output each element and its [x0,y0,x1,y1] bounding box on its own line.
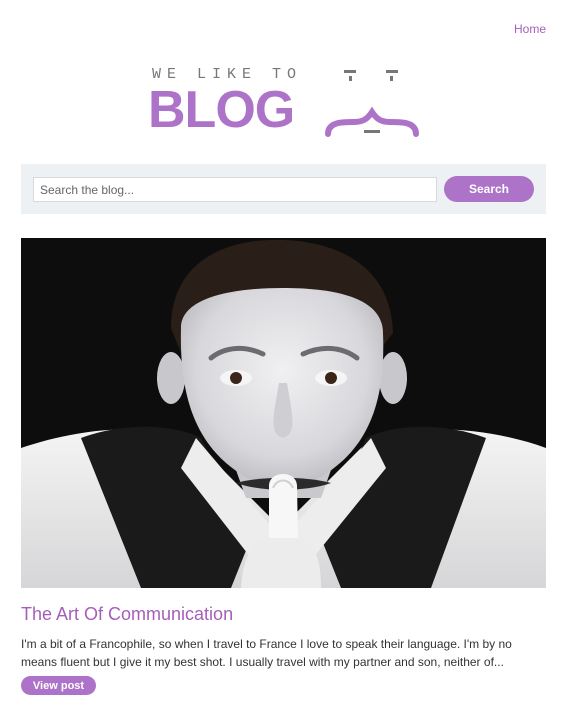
post-image[interactable] [21,238,546,588]
face-icon [325,70,419,137]
post-excerpt: I'm a bit of a Francophile, so when I tr… [21,637,512,669]
view-post-button[interactable]: View post [21,676,96,695]
site-logo[interactable]: WE LIKE TO BLOG [148,62,420,142]
logo-wordmark: BLOG [148,81,295,139]
nav-home-link[interactable]: Home [514,22,546,36]
search-bar: Search [21,164,546,214]
post-title-link[interactable]: The Art Of Communication [21,604,233,625]
top-nav: Home [514,20,546,38]
post-image-illustration [21,238,546,588]
search-button[interactable]: Search [444,176,534,202]
search-input[interactable] [33,177,437,202]
